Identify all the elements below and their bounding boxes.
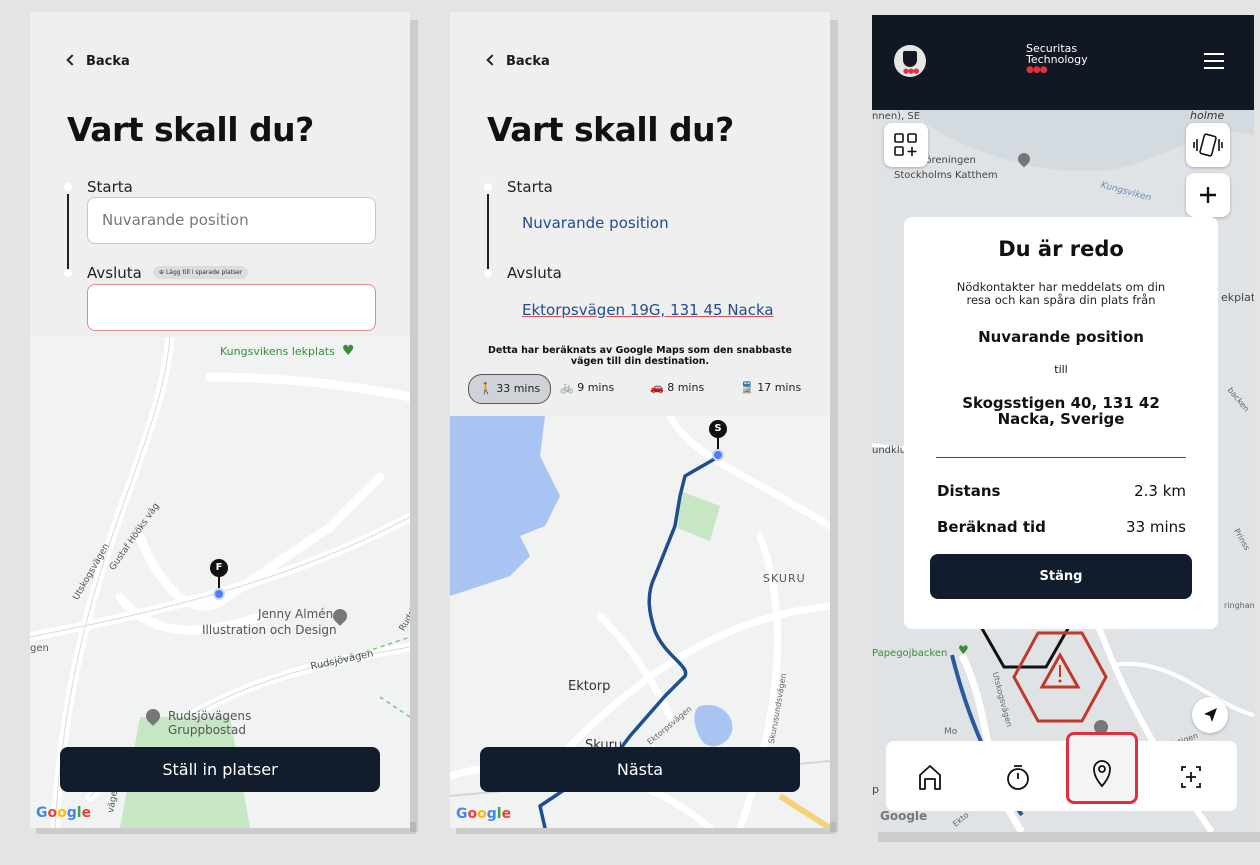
page-title: Vart skall du?: [67, 110, 314, 149]
map-label: nnen), SE: [872, 111, 921, 122]
park-icon: ♥: [342, 343, 355, 359]
vibrate-icon: [1193, 133, 1223, 157]
google-logo: Google: [36, 805, 92, 821]
map-label: Gruppbostad: [168, 723, 246, 737]
shake-button[interactable]: [1186, 123, 1230, 167]
recenter-button[interactable]: [1192, 697, 1228, 733]
shield-icon: [903, 51, 917, 67]
navigation-arrow-icon: [1204, 708, 1217, 722]
start-input[interactable]: Nuvarande position: [87, 197, 376, 244]
map-label: undklu: [872, 445, 906, 456]
route-line: [487, 194, 489, 270]
end-dot: [64, 269, 72, 277]
park-icon: ♥: [958, 643, 969, 657]
start-label: Starta: [87, 178, 133, 196]
mode-transit[interactable]: 🚆 17 mins: [740, 374, 801, 402]
distance-value: 2.3 km: [1134, 482, 1186, 500]
nav-timer[interactable]: [974, 741, 1062, 811]
map-label: Föreningen: [920, 155, 976, 166]
from-location: Nuvarande position: [978, 328, 1144, 346]
plus-icon: [1200, 187, 1216, 203]
chevron-left-icon: [486, 54, 498, 66]
to-location: Skogsstigen 40, 131 42 Nacka, Sverige: [962, 394, 1160, 428]
back-button[interactable]: Backa: [66, 54, 130, 69]
start-dot: [64, 183, 72, 191]
map-label: p: [872, 783, 879, 796]
close-button[interactable]: Stäng: [930, 554, 1192, 599]
distance-label: Distans: [937, 482, 1001, 500]
google-logo: Google: [456, 806, 512, 822]
route-line: [67, 194, 69, 270]
location-pin-icon: [1093, 760, 1111, 788]
map-label: Rudsjövägens: [168, 709, 252, 723]
pin-marker[interactable]: S: [709, 420, 727, 438]
menu-icon[interactable]: [1204, 53, 1224, 69]
bike-icon: 🚲: [560, 381, 574, 394]
end-input[interactable]: [87, 284, 376, 331]
nav-scan[interactable]: [1150, 741, 1238, 811]
ready-dialog: Du är redo Nödkontakter har meddelats om…: [904, 217, 1218, 629]
back-button[interactable]: Backa: [486, 54, 550, 69]
till-label: till: [1054, 363, 1068, 376]
screen-route: Backa Vart skall du? Starta Nuvarande po…: [450, 12, 830, 828]
zoom-in-button[interactable]: [1186, 173, 1230, 217]
red-dots-icon: ●●●: [903, 67, 919, 75]
map-label: Ektorp: [568, 679, 611, 694]
add-frame-icon: [1181, 766, 1201, 788]
route-info: Detta har beräknats av Google Maps som d…: [487, 345, 792, 367]
brand-logo: Securitas Technology ●●●: [1026, 42, 1088, 75]
map-label: ringham: [1224, 601, 1254, 610]
start-label: Starta: [507, 178, 553, 196]
divider: [936, 457, 1186, 458]
map-label: ekplat: [1221, 291, 1254, 304]
end-label: Avsluta: [87, 264, 142, 282]
mode-car[interactable]: 🚗 8 mins: [650, 374, 704, 402]
nav-home[interactable]: [886, 741, 974, 811]
page-title: Vart skall du?: [487, 110, 734, 149]
screen-set-places: Backa Vart skall du? Starta Nuvarande po…: [30, 12, 410, 828]
map-label: Illustration och Design: [202, 623, 337, 637]
google-logo: Google: [880, 809, 928, 823]
chevron-left-icon: [66, 54, 78, 66]
qr-add-button[interactable]: [884, 123, 928, 167]
map-label: holme: [1190, 109, 1225, 122]
dialog-title: Du är redo: [998, 237, 1124, 261]
nav-location[interactable]: [1062, 732, 1150, 811]
screen-ready: nnen), SE holme Föreningen Stockholms Ka…: [872, 15, 1254, 832]
mode-walk[interactable]: 🚶 33 mins: [468, 374, 552, 404]
time-value: 33 mins: [1126, 518, 1186, 536]
end-label: Avsluta: [507, 264, 562, 282]
bottom-nav: [886, 732, 1238, 811]
start-value[interactable]: Nuvarande position: [522, 214, 669, 232]
end-value[interactable]: Ektorpsvägen 19G, 131 45 Nacka: [522, 301, 774, 319]
map-label: SKURU: [763, 572, 806, 585]
map-label: Stockholms Katthem: [894, 170, 998, 181]
qr-add-icon: [894, 133, 917, 156]
timer-icon: [1007, 765, 1029, 790]
map-label: Jenny Almén: [258, 607, 334, 621]
map-label: Mo: [944, 727, 958, 737]
map-label: Kungsvikens lekplats: [220, 345, 335, 358]
red-dots-icon: ●●●: [1026, 65, 1048, 75]
mode-bike[interactable]: 🚲 9 mins: [560, 374, 614, 402]
start-dot: [484, 183, 492, 191]
car-icon: 🚗: [650, 381, 664, 394]
avatar[interactable]: ●●●: [894, 45, 926, 77]
map-label: gen: [30, 643, 49, 654]
travel-modes: 🚶 33 mins 🚲 9 mins 🚗 8 mins 🚆 17 mins: [466, 374, 816, 404]
app-header: ●●● Securitas Technology ●●●: [872, 15, 1254, 110]
dialog-subtitle: Nödkontakter har meddelats om din resa o…: [956, 280, 1166, 307]
end-dot: [484, 269, 492, 277]
walk-icon: 🚶: [479, 382, 493, 395]
home-icon: [919, 765, 941, 790]
location-dot: [712, 449, 724, 461]
transit-icon: 🚆: [740, 381, 754, 394]
set-places-button[interactable]: Ställ in platser: [60, 747, 380, 792]
next-button[interactable]: Nästa: [480, 747, 800, 792]
map-label: Papegojbacken: [872, 648, 948, 659]
location-dot: [213, 588, 225, 600]
pin-marker[interactable]: F: [210, 559, 228, 577]
save-place-chip[interactable]: ⊕ Lägg till i sparade platser: [153, 266, 249, 279]
time-label: Beräknad tid: [937, 518, 1046, 536]
